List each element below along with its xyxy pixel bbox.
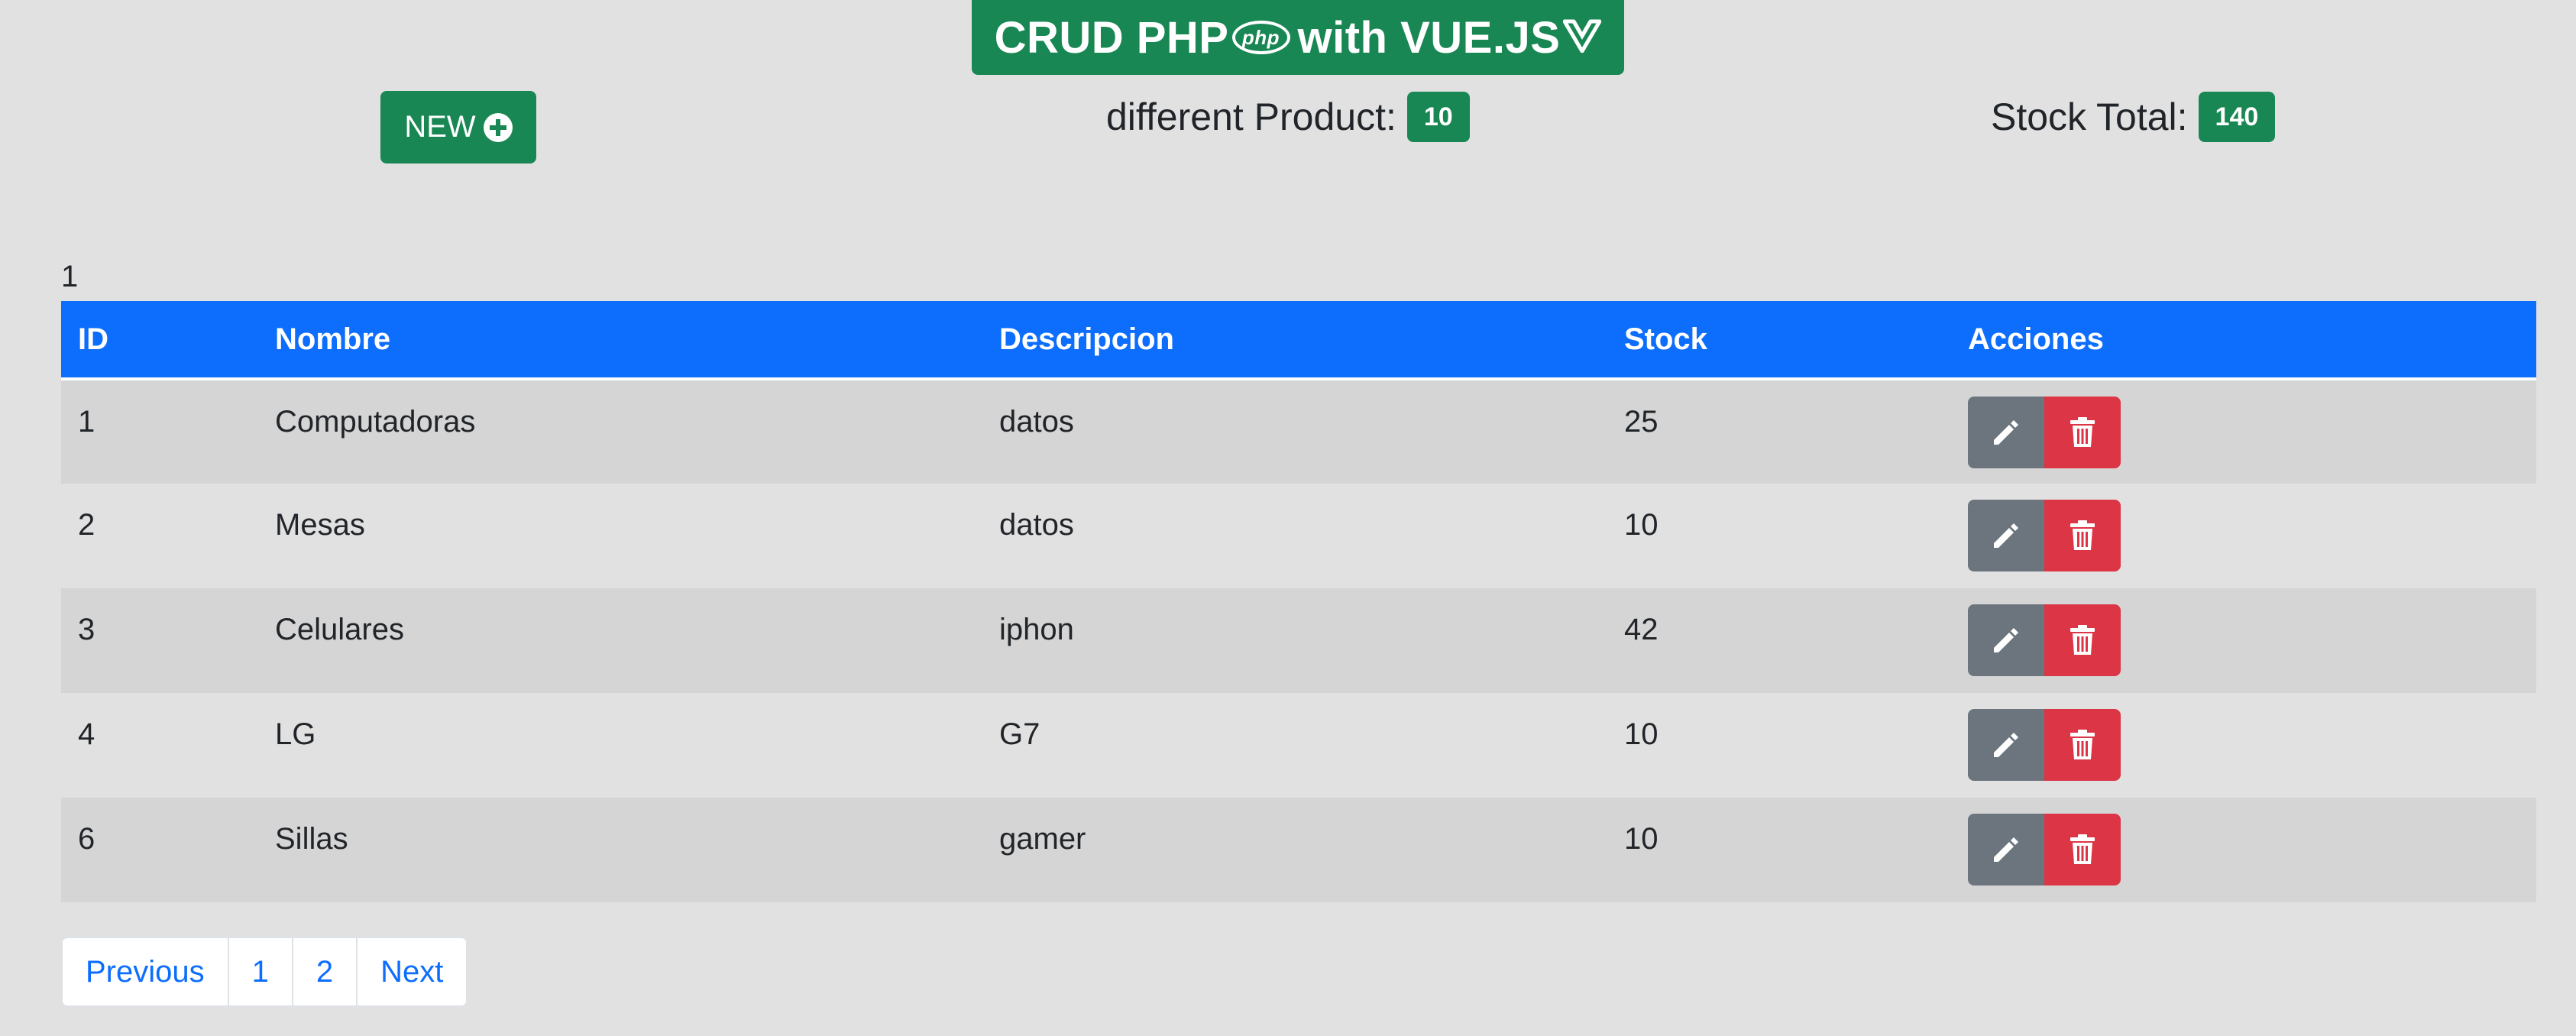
column-header-descripcion: Descripcion xyxy=(982,301,1607,380)
current-page-indicator: 1 xyxy=(61,260,79,293)
pencil-icon xyxy=(1994,523,2018,548)
different-products-badge: 10 xyxy=(1406,92,1470,142)
trash-icon xyxy=(2070,520,2095,550)
trash-icon xyxy=(2070,730,2095,759)
column-header-acciones: Acciones xyxy=(1951,301,2536,380)
pagination-next[interactable]: Next xyxy=(356,938,466,1005)
delete-button[interactable] xyxy=(2044,709,2121,781)
column-header-nombre: Nombre xyxy=(258,301,982,380)
stock-total-label: Stock Total: xyxy=(1991,96,2188,138)
table-row: 2 Mesas datos 10 xyxy=(61,484,2536,588)
cell-stock: 42 xyxy=(1607,588,1951,693)
pencil-icon xyxy=(1994,628,2018,652)
title-suffix: with VUE.JS xyxy=(1297,12,1561,63)
pencil-icon xyxy=(1994,420,2018,445)
pencil-icon xyxy=(1994,837,2018,862)
cell-stock: 10 xyxy=(1607,484,1951,588)
delete-button[interactable] xyxy=(2044,814,2121,885)
cell-descripcion: G7 xyxy=(982,693,1607,798)
cell-actions xyxy=(1951,379,2536,484)
table-row: 6 Sillas gamer 10 xyxy=(61,798,2536,902)
column-header-stock: Stock xyxy=(1607,301,1951,380)
vue-logo-icon xyxy=(1562,12,1602,63)
cell-id: 4 xyxy=(61,693,258,798)
pagination-previous[interactable]: Previous xyxy=(63,938,228,1005)
delete-button[interactable] xyxy=(2044,604,2121,676)
cell-nombre: LG xyxy=(258,693,982,798)
cell-actions xyxy=(1951,693,2536,798)
pencil-icon xyxy=(1994,733,2018,757)
edit-button[interactable] xyxy=(1968,500,2044,571)
cell-id: 2 xyxy=(61,484,258,588)
cell-descripcion: datos xyxy=(982,484,1607,588)
table-row: 1 Computadoras datos 25 xyxy=(61,379,2536,484)
cell-descripcion: datos xyxy=(982,379,1607,484)
trash-icon xyxy=(2070,417,2095,447)
cell-stock: 10 xyxy=(1607,798,1951,902)
trash-icon xyxy=(2070,834,2095,864)
table-header-row: ID Nombre Descripcion Stock Acciones xyxy=(61,301,2536,380)
stock-total-stat: Stock Total: 140 xyxy=(1991,92,2276,142)
different-products-label: different Product: xyxy=(1106,96,1396,138)
edit-button[interactable] xyxy=(1968,709,2044,781)
delete-button[interactable] xyxy=(2044,500,2121,571)
cell-descripcion: gamer xyxy=(982,798,1607,902)
cell-nombre: Computadoras xyxy=(258,379,982,484)
cell-stock: 10 xyxy=(1607,693,1951,798)
cell-nombre: Sillas xyxy=(258,798,982,902)
php-logo-icon: php xyxy=(1231,21,1290,54)
cell-descripcion: iphon xyxy=(982,588,1607,693)
cell-actions xyxy=(1951,484,2536,588)
pagination-page-1[interactable]: 1 xyxy=(227,938,292,1005)
pagination: Previous 1 2 Next xyxy=(61,937,468,1007)
different-products-stat: different Product: 10 xyxy=(1106,92,1470,142)
cell-id: 1 xyxy=(61,379,258,484)
new-product-button[interactable]: NEW xyxy=(380,91,536,163)
cell-nombre: Mesas xyxy=(258,484,982,588)
edit-button[interactable] xyxy=(1968,604,2044,676)
plus-circle-icon xyxy=(483,112,513,142)
edit-button[interactable] xyxy=(1968,397,2044,468)
title-prefix: CRUD PHP xyxy=(994,12,1229,63)
cell-stock: 25 xyxy=(1607,379,1951,484)
stock-total-badge: 140 xyxy=(2198,92,2276,142)
delete-button[interactable] xyxy=(2044,397,2121,468)
edit-button[interactable] xyxy=(1968,814,2044,885)
pagination-page-2[interactable]: 2 xyxy=(291,938,356,1005)
page-title: CRUD PHP php with VUE.JS xyxy=(972,0,1624,75)
cell-id: 3 xyxy=(61,588,258,693)
trash-icon xyxy=(2070,625,2095,655)
table-row: 3 Celulares iphon 42 xyxy=(61,588,2536,693)
column-header-id: ID xyxy=(61,301,258,380)
cell-actions xyxy=(1951,588,2536,693)
cell-actions xyxy=(1951,798,2536,902)
new-button-label: NEW xyxy=(404,110,476,144)
table-row: 4 LG G7 10 xyxy=(61,693,2536,798)
products-table: ID Nombre Descripcion Stock Acciones 1 C… xyxy=(61,301,2536,902)
cell-id: 6 xyxy=(61,798,258,902)
cell-nombre: Celulares xyxy=(258,588,982,693)
